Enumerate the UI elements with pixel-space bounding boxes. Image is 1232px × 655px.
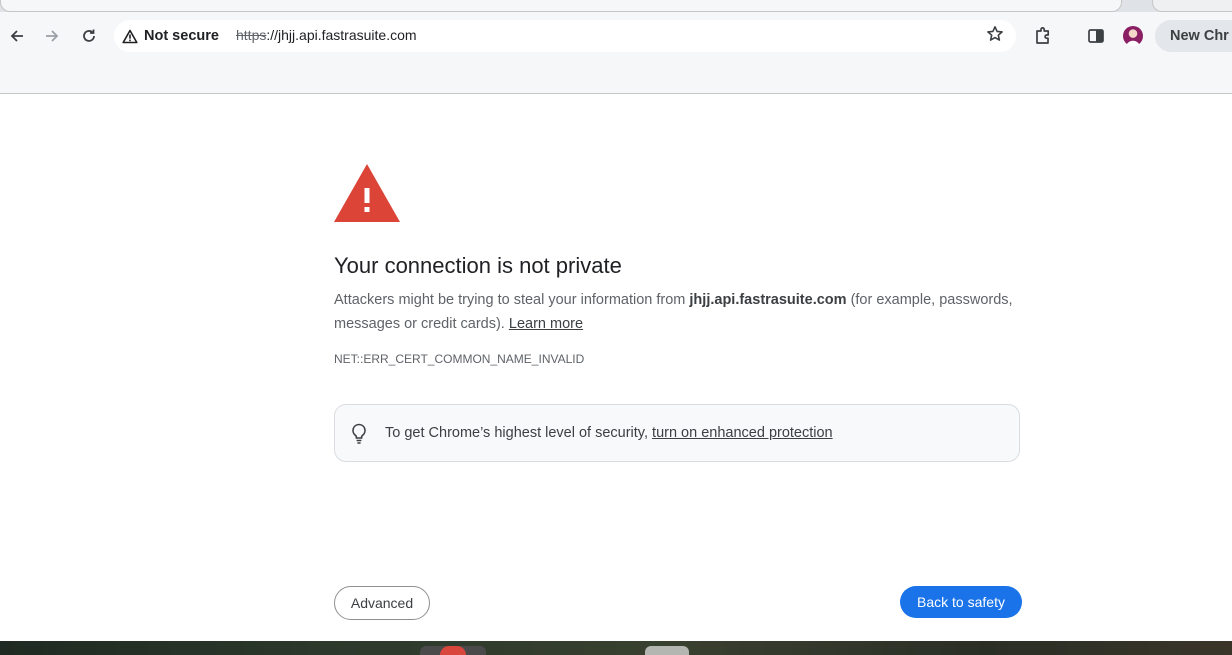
enhanced-protection-link[interactable]: turn on enhanced protection (652, 425, 833, 441)
main-message: Attackers might be trying to steal your … (334, 288, 1034, 336)
back-to-safety-button[interactable]: Back to safety (900, 586, 1022, 618)
forward-button[interactable] (39, 23, 65, 49)
tab-right[interactable] (1152, 0, 1232, 12)
profile-avatar[interactable] (1123, 26, 1143, 46)
enhanced-protection-box: To get Chrome’s highest level of securit… (334, 404, 1020, 462)
bookmark-button[interactable] (986, 25, 1004, 49)
lightbulb-icon (352, 423, 366, 444)
desktop-taskbar (0, 641, 1232, 655)
tab-strip (0, 0, 1232, 12)
explanation-prefix: Attackers might be trying to steal your … (334, 292, 690, 308)
security-label: Not secure (144, 28, 219, 44)
back-arrow-icon (10, 30, 23, 42)
warning-triangle-icon (334, 164, 400, 222)
reload-button[interactable] (76, 23, 102, 49)
address-bar[interactable]: Not secure https://jhjj.api.fastrasuite.… (114, 20, 1016, 52)
error-code: NET::ERR_CERT_COMMON_NAME_INVALID (334, 352, 585, 366)
browser-toolbar: Not secure https://jhjj.api.fastrasuite.… (0, 0, 1232, 94)
new-chrome-button[interactable]: New Chr (1155, 20, 1232, 52)
active-tab[interactable] (0, 0, 1122, 12)
back-button[interactable] (4, 23, 30, 49)
url-host: ://jhjj.api.fastrasuite.com (266, 27, 417, 43)
enhanced-protection-text: To get Chrome’s highest level of securit… (385, 425, 833, 441)
side-panel-button[interactable] (1083, 23, 1109, 49)
host-name: jhjj.api.fastrasuite.com (689, 292, 847, 308)
dock-app-icon[interactable] (440, 646, 466, 655)
url-scheme: https (236, 27, 267, 43)
learn-more-link[interactable]: Learn more (509, 316, 583, 332)
forward-arrow-icon (46, 30, 59, 42)
extensions-button[interactable] (1030, 23, 1056, 49)
extensions-icon (1036, 27, 1050, 44)
url-text[interactable]: https://jhjj.api.fastrasuite.com (236, 27, 417, 43)
star-icon (987, 26, 1003, 41)
advanced-button[interactable]: Advanced (334, 586, 430, 620)
enhanced-prefix: To get Chrome’s highest level of securit… (385, 425, 653, 441)
warning-small-icon (122, 29, 138, 43)
page-title: Your connection is not private (334, 253, 622, 278)
side-panel-icon (1088, 29, 1104, 43)
security-chip[interactable]: Not secure (122, 24, 219, 48)
dock-app-icon[interactable] (645, 646, 689, 655)
reload-icon (83, 29, 95, 42)
